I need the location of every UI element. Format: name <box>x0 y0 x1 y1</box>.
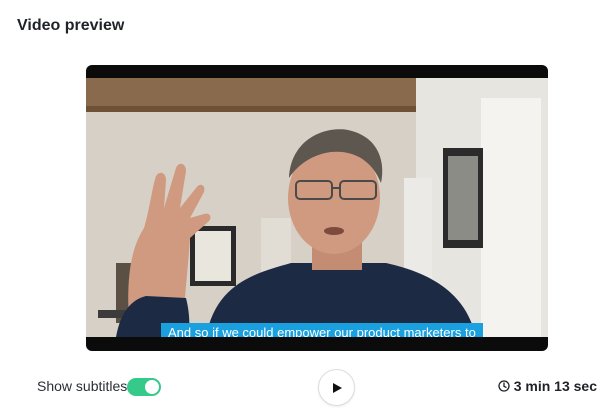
subtitle-caption: And so if we could empower our product m… <box>161 323 483 337</box>
subtitles-toggle[interactable] <box>127 378 161 396</box>
toggle-knob <box>145 380 159 394</box>
clock-icon <box>498 380 510 392</box>
page-title: Video preview <box>17 17 125 34</box>
play-icon <box>332 382 342 393</box>
video-duration: 3 min 13 sec <box>498 378 597 394</box>
video-frame-image <box>86 78 548 337</box>
duration-text: 3 min 13 sec <box>513 378 597 394</box>
show-subtitles-label: Show subtitles <box>37 378 128 394</box>
video-player[interactable]: And so if we could empower our product m… <box>86 65 548 351</box>
video-frame: And so if we could empower our product m… <box>86 78 548 337</box>
play-button[interactable] <box>318 369 355 406</box>
player-controls: Show subtitles 3 min 13 sec <box>0 360 613 410</box>
